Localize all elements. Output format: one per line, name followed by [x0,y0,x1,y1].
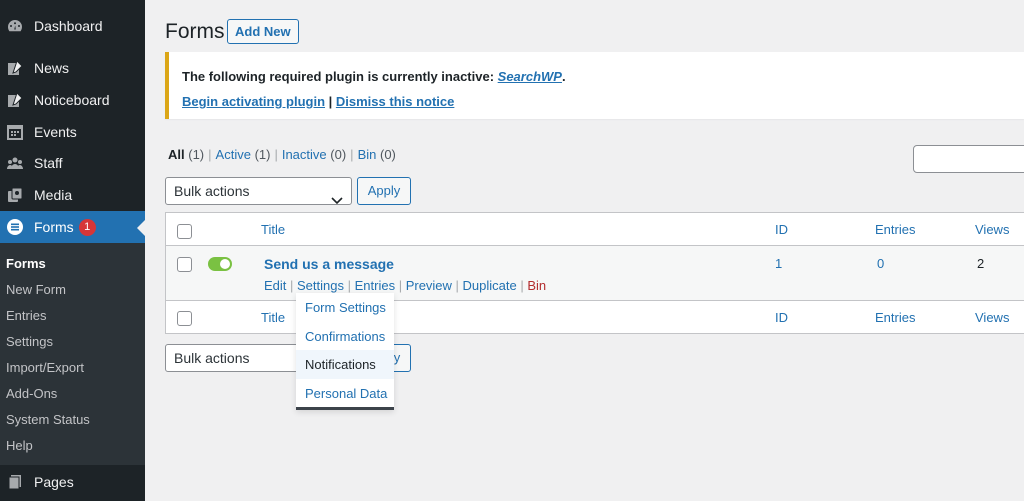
menu-item-news[interactable]: News [0,52,145,84]
preview-link[interactable]: Preview [406,278,452,293]
dismiss-notice-link[interactable]: Dismiss this notice [336,94,454,109]
status-filters: All (1) | Active (1) | Inactive (0) | Bin (0) [168,147,396,162]
filter-count: (1) [254,147,271,162]
groups-icon [5,153,25,173]
settings-link[interactable]: Settings [297,278,344,293]
table-footer: Title ID Entries Views [166,301,1024,334]
filter-count: (1) [188,147,205,162]
submenu-item-import-export[interactable]: Import/Export [6,360,84,375]
menu-label: Media [34,187,73,203]
filter-all[interactable]: All [168,147,185,162]
settings-dropdown-menu: Form Settings Confirmations Notification… [296,293,394,410]
menu-item-forms[interactable]: Forms 1 [0,211,145,243]
submenu-item-add-ons[interactable]: Add-Ons [6,386,57,401]
menu-label: Pages [34,474,74,490]
select-all-checkbox[interactable] [177,224,192,239]
forms-table: Title ID Entries Views Send us a message… [165,212,1024,334]
menu-label: News [34,60,70,76]
menu-label: Forms [34,219,74,235]
bin-link[interactable]: Bin [527,278,546,293]
edit-link[interactable]: Edit [264,278,286,293]
form-id[interactable]: 1 [775,256,782,271]
bulk-actions-label: Bulk actions [174,350,250,366]
table-row: Send us a message Edit | Settings | Entr… [166,246,1024,301]
page-title: Forms [165,20,225,43]
column-id[interactable]: ID [775,310,788,325]
filter-inactive[interactable]: Inactive [282,147,327,162]
bulk-actions-select[interactable]: Bulk actions [165,177,352,205]
plugin-link[interactable]: SearchWP [498,69,562,84]
column-title[interactable]: Title [261,310,285,325]
menu-item-pages[interactable]: Pages [0,466,145,498]
notification-badge: 1 [78,218,96,236]
menu-item-media[interactable]: Media [0,179,145,211]
column-views[interactable]: Views [975,310,1009,325]
apply-button[interactable]: Apply [357,177,411,205]
menu-label: Events [34,124,77,140]
menu-label: Staff [34,155,63,171]
bulk-actions-label: Bulk actions [174,183,250,199]
submenu-item-new-form[interactable]: New Form [6,282,66,297]
table-header: Title ID Entries Views [166,213,1024,246]
notice-actions: Begin activating plugin | Dismiss this n… [182,94,454,109]
filter-count: (0) [379,147,396,162]
submenu-item-forms[interactable]: Forms [6,256,46,271]
row-actions: Edit | Settings | Entries | Preview | Du… [264,278,547,293]
dashboard-icon [5,16,25,36]
dropdown-item-personal-data[interactable]: Personal Data [296,379,394,408]
dropdown-item-form-settings[interactable]: Form Settings [296,293,394,322]
search-input[interactable] [913,145,1024,173]
column-views[interactable]: Views [975,222,1009,237]
select-all-checkbox[interactable] [177,311,192,326]
submenu-item-settings[interactable]: Settings [6,334,53,349]
column-entries[interactable]: Entries [875,310,915,325]
media-icon [5,185,25,205]
menu-item-dashboard[interactable]: Dashboard [0,10,145,42]
notice-message: The following required plugin is current… [182,69,566,84]
page-icon [5,472,25,492]
add-new-button[interactable]: Add New [227,19,299,44]
menu-item-noticeboard[interactable]: Noticeboard [0,84,145,116]
filter-active[interactable]: Active [216,147,251,162]
notice-suffix: . [561,69,566,84]
entries-link[interactable]: Entries [355,278,395,293]
admin-sidebar: Dashboard News Noticeboard Events Staff … [0,0,145,501]
menu-item-staff[interactable]: Staff [0,147,145,179]
column-id[interactable]: ID [775,222,788,237]
filter-count: (0) [330,147,347,162]
activate-plugin-link[interactable]: Begin activating plugin [182,94,325,109]
notice-prefix: The following required plugin is current… [182,69,498,84]
dropdown-item-notifications[interactable]: Notifications [296,350,394,379]
menu-label: Dashboard [34,18,103,34]
filter-bin[interactable]: Bin [358,147,377,162]
pin-icon [5,58,25,78]
menu-item-events[interactable]: Events [0,116,145,148]
calendar-icon [5,122,25,142]
form-entries-count[interactable]: 0 [877,256,884,271]
forms-icon [5,217,25,237]
submenu-item-help[interactable]: Help [6,438,33,453]
pin-icon [5,90,25,110]
chevron-down-icon [331,187,343,213]
menu-label: Noticeboard [34,92,110,108]
notice-separator: | [325,94,336,109]
form-title-link[interactable]: Send us a message [264,256,394,272]
submenu-item-entries[interactable]: Entries [6,308,46,323]
form-status-toggle[interactable] [208,257,232,271]
submenu-item-system-status[interactable]: System Status [6,412,90,427]
column-entries[interactable]: Entries [875,222,915,237]
form-views-count: 2 [977,256,985,271]
dropdown-item-confirmations[interactable]: Confirmations [296,322,394,351]
column-title[interactable]: Title [261,222,285,237]
plugin-notice: The following required plugin is current… [165,52,1024,119]
row-checkbox[interactable] [177,257,192,272]
forms-submenu: Forms New Form Entries Settings Import/E… [0,243,145,465]
duplicate-link[interactable]: Duplicate [463,278,517,293]
